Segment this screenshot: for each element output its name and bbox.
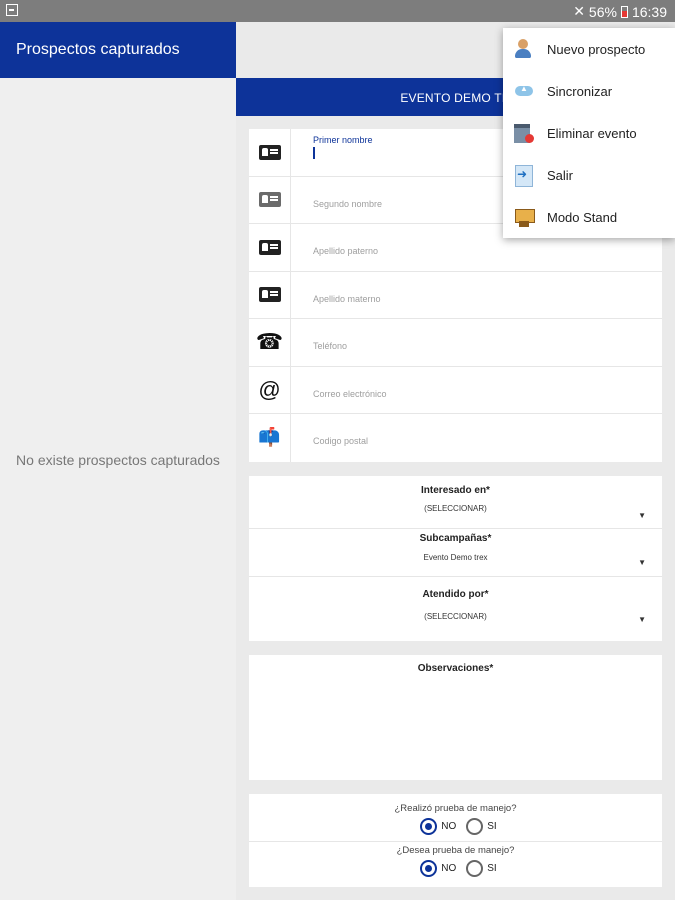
postal-code-field[interactable]: 📫 Codigo postal — [249, 414, 662, 462]
radio-yes[interactable] — [466, 860, 484, 877]
text-cursor — [313, 147, 315, 159]
postal-code-placeholder: Codigo postal — [313, 436, 369, 446]
prospects-header: Prospectos capturados — [0, 22, 236, 78]
prospects-panel: Prospectos capturados No existe prospect… — [0, 22, 236, 900]
battery-icon — [620, 5, 628, 18]
menu-item-label: Modo Stand — [547, 209, 618, 225]
dropdown-arrow-icon: ▼ — [638, 615, 646, 624]
delete-calendar-icon — [513, 122, 535, 144]
question-text: ¿Desea prueba de manejo? — [396, 845, 515, 856]
second-name-placeholder: Segundo nombre — [313, 198, 383, 209]
subcampaigns-value: Evento Demo trex — [423, 553, 488, 562]
overflow-menu: Nuevo prospecto Sincronizar Eliminar eve… — [503, 28, 675, 238]
radio-no[interactable] — [420, 818, 438, 835]
observations-field[interactable]: Observaciones* — [249, 655, 662, 780]
first-name-placeholder: Primer nombre — [313, 135, 373, 145]
menu-item-stand-mode[interactable]: Modo Stand — [503, 196, 675, 238]
exit-icon — [513, 164, 535, 187]
cloud-upload-icon — [513, 80, 535, 102]
radio-no-label: NO — [441, 821, 457, 832]
stand-icon — [513, 206, 535, 228]
menu-item-label: Eliminar evento — [547, 125, 637, 141]
question-text: ¿Realizó prueba de manejo? — [394, 803, 517, 814]
phone-field[interactable]: ☎ Teléfono — [249, 319, 662, 367]
radio-yes-label: SI — [487, 863, 497, 874]
at-sign-icon: @ — [258, 376, 281, 402]
clock: 16:39 — [631, 3, 667, 20]
mailbox-icon: 📫 — [258, 427, 281, 448]
new-user-icon — [513, 38, 535, 60]
menu-item-label: Sincronizar — [547, 83, 613, 99]
maternal-surname-field[interactable]: Apellido materno — [249, 271, 662, 319]
maternal-surname-placeholder: Apellido materno — [313, 293, 381, 304]
notification-icon — [6, 4, 18, 16]
battery-percent: 56% — [588, 3, 617, 20]
paternal-surname-placeholder: Apellido paterno — [313, 246, 379, 256]
status-indicators: ✕ 56% 16:39 — [573, 3, 667, 20]
radio-no[interactable] — [420, 860, 438, 877]
interested-in-select[interactable]: Interesado en* (SELECCIONAR) ▼ — [249, 476, 662, 529]
test-drive-done-question: ¿Realizó prueba de manejo? NO SI — [249, 794, 662, 842]
menu-item-sync[interactable]: Sincronizar — [503, 70, 675, 112]
menu-item-exit[interactable]: Salir — [503, 154, 675, 196]
id-card-icon — [258, 287, 281, 303]
id-card-icon — [258, 239, 281, 255]
observations-label: Observaciones* — [417, 663, 494, 674]
subcampaigns-select[interactable]: Subcampañas* Evento Demo trex ▼ — [249, 529, 662, 577]
menu-item-delete-event[interactable]: Eliminar evento — [503, 112, 675, 154]
radio-yes-label: SI — [487, 821, 497, 832]
interested-in-label: Interesado en* — [421, 485, 490, 496]
attended-by-select[interactable]: Atendido por* (SELECCIONAR) ▼ — [249, 577, 662, 641]
id-card-icon — [258, 144, 281, 160]
menu-item-label: Salir — [547, 167, 574, 183]
attended-by-value: (SELECCIONAR) — [424, 612, 487, 621]
mute-icon: ✕ — [573, 3, 585, 19]
id-card-icon — [258, 192, 281, 208]
subcampaigns-label: Subcampañas* — [419, 533, 492, 544]
telephone-icon: ☎ — [255, 329, 284, 355]
test-drive-wanted-question: ¿Desea prueba de manejo? NO SI — [249, 842, 662, 887]
phone-placeholder: Teléfono — [313, 341, 348, 351]
empty-prospects-message: No existe prospectos capturados — [16, 452, 220, 468]
menu-item-new-prospect[interactable]: Nuevo prospecto — [503, 28, 675, 70]
email-field[interactable]: @ Correo electrónico — [249, 366, 662, 414]
menu-item-label: Nuevo prospecto — [547, 41, 646, 57]
test-drive-card: ¿Realizó prueba de manejo? NO SI ¿Desea … — [249, 794, 662, 887]
radio-yes[interactable] — [466, 818, 484, 835]
interest-card: Interesado en* (SELECCIONAR) ▼ Subcampañ… — [249, 476, 662, 641]
dropdown-arrow-icon: ▼ — [638, 558, 646, 567]
status-bar: ✕ 56% 16:39 — [0, 0, 675, 22]
interested-in-value: (SELECCIONAR) — [424, 504, 487, 513]
dropdown-arrow-icon: ▼ — [638, 511, 646, 520]
radio-no-label: NO — [441, 863, 457, 874]
email-placeholder: Correo electrónico — [313, 388, 387, 399]
attended-by-label: Atendido por* — [422, 589, 489, 600]
